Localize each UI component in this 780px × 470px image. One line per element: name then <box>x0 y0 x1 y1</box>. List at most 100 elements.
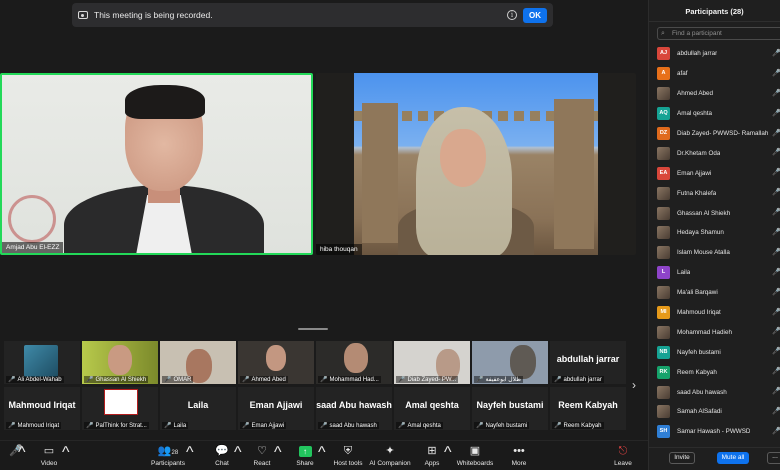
gallery-tile[interactable]: Amal qeshta 🎤 Amal qeshta <box>394 387 470 430</box>
participant-row[interactable]: Aafaf 🎤 <box>657 64 780 84</box>
participant-name: saad Abu hawash <box>677 388 727 396</box>
mic-muted-icon: 🎤 <box>86 423 94 429</box>
mic-muted-icon: 🎤 <box>398 377 406 383</box>
participant-row[interactable]: Mohammad Hadieh 🎤 <box>657 322 780 342</box>
chevron-up-icon[interactable]: ^ <box>186 444 194 462</box>
gallery-tile[interactable]: abdullah jarrar 🎤 abdullah jarrar <box>550 341 626 384</box>
gallery-tile[interactable]: 🎤 Ali Abdel-Wahab <box>4 341 80 384</box>
gallery-tile[interactable]: 🎤 Ghassan Al Shiekh <box>82 341 158 384</box>
mic-muted-icon[interactable]: 🎤 <box>772 327 780 335</box>
leave-button[interactable]: ⎋ Leave <box>599 444 647 467</box>
participant-name: Reem Kabyah <box>677 368 717 376</box>
mic-muted-icon[interactable]: 🎤 <box>772 268 780 276</box>
participant-row[interactable]: AQ Amal qeshta 🎤 <box>657 104 780 124</box>
invite-button[interactable]: Invite <box>669 452 695 464</box>
avatar: EA <box>657 166 670 180</box>
participant-row[interactable]: Ghassan Al Shiekh 🎤 <box>657 203 780 223</box>
participant-name: Ma'ali Barqawi <box>677 289 718 297</box>
search-icon: ⌕ <box>661 30 665 37</box>
participant-row[interactable]: Islam Mouse Atalla 🎤 <box>657 243 780 263</box>
mic-muted-icon[interactable]: 🎤 <box>772 49 780 57</box>
mic-muted-icon[interactable]: 🎤 <box>772 129 780 137</box>
participant-row[interactable]: saad Abu hawash 🎤 <box>657 382 780 402</box>
main-video-participant[interactable]: hiba thouqan <box>316 73 636 255</box>
leave-label: Leave <box>614 460 632 467</box>
participant-row[interactable]: NB Nayfeh bustami 🎤 <box>657 342 780 362</box>
tile-label: 🎤 Eman Ajjawi <box>240 422 287 429</box>
participant-name: Laila <box>677 269 691 277</box>
avatar: RK <box>657 365 670 379</box>
participants-icon: 👥28 <box>157 445 179 457</box>
mic-muted-icon[interactable]: 🎤 <box>772 427 780 435</box>
mic-muted-icon[interactable]: 🎤 <box>772 168 780 176</box>
participant-row[interactable]: SH Samar Hawash - PWWSD 🎤 <box>657 422 780 442</box>
participant-row[interactable]: EA Eman Ajjawi 🎤 <box>657 163 780 183</box>
mic-muted-icon[interactable]: 🎤 <box>772 308 780 316</box>
participant-row[interactable]: MI Mahmoud Iriqat 🎤 <box>657 303 780 323</box>
tile-label: 🎤 Ghassan Al Shiekh <box>84 376 149 383</box>
palthink-logo <box>104 389 138 415</box>
mic-muted-icon[interactable]: 🎤 <box>772 407 780 415</box>
participants-button[interactable]: 👥28 Participants <box>144 444 192 467</box>
mute-all-button[interactable]: Mute all <box>717 452 749 464</box>
mic-muted-icon[interactable]: 🎤 <box>772 69 780 77</box>
participant-row[interactable]: AJ abdullah jarrar 🎤 <box>657 44 780 64</box>
avatar <box>657 226 670 240</box>
mic-muted-icon[interactable]: 🎤 <box>772 148 780 156</box>
background-logo <box>8 195 56 243</box>
gallery-tile[interactable]: 🎤 طلال ابوعفيفة <box>472 341 548 384</box>
mic-muted-icon[interactable]: 🎤 <box>772 347 780 355</box>
whiteboards-button[interactable]: ▣ Whiteboards <box>451 444 499 467</box>
participant-row[interactable]: L Laila 🎤 <box>657 263 780 283</box>
main-video-speaker[interactable]: Amjad Abu El-EZZ <box>0 73 313 255</box>
participant-name: Diab Zayed- PWWSD- Ramallah <box>677 130 769 137</box>
gallery-tile[interactable]: saad Abu hawash 🎤 saad Abu hawash <box>316 387 392 430</box>
gallery-tile[interactable]: Laila 🎤 Laila <box>160 387 236 430</box>
gallery-tile[interactable]: Eman Ajjawi 🎤 Eman Ajjawi <box>238 387 314 430</box>
mic-muted-icon[interactable]: 🎤 <box>772 248 780 256</box>
gallery-tile[interactable]: Reem Kabyah 🎤 Reem Kabyah <box>550 387 626 430</box>
gallery-tile[interactable]: Mahmoud Iriqat 🎤 Mahmoud Iriqat <box>4 387 80 430</box>
panel-more-button[interactable]: ... <box>767 452 780 464</box>
participant-row[interactable]: Futna Khalefa 🎤 <box>657 183 780 203</box>
gallery-tile[interactable]: 🎤 Mohammad Had... <box>316 341 392 384</box>
participant-search-input[interactable]: ⌕ Find a participant <box>657 27 780 40</box>
gallery-resize-handle[interactable] <box>298 328 328 330</box>
speaker-hair <box>125 85 205 119</box>
participant-row[interactable]: Dr.Khetam Oda 🎤 <box>657 143 780 163</box>
avatar <box>657 146 670 160</box>
more-label: More <box>511 460 527 467</box>
mic-muted-icon[interactable]: 🎤 <box>772 367 780 375</box>
participant-row[interactable]: Samah AlSafadi 🎤 <box>657 402 780 422</box>
participant-row[interactable]: Ahmed Abed 🎤 <box>657 84 780 104</box>
mic-muted-icon[interactable]: 🎤 <box>772 109 780 117</box>
tile-label: 🎤 PalThink for Strat... <box>84 422 149 429</box>
gallery-tile[interactable]: Nayfeh bustami 🎤 Nayfeh bustami <box>472 387 548 430</box>
mic-muted-icon[interactable]: 🎤 <box>772 208 780 216</box>
gallery-tile[interactable]: 🎤 Ahmed Abed <box>238 341 314 384</box>
host-tools-button[interactable]: ⛨ Host tools <box>324 444 372 467</box>
chevron-up-icon[interactable]: ^ <box>62 444 70 462</box>
ok-button[interactable]: OK <box>523 7 547 23</box>
gallery-tile[interactable]: 🎤 PalThink for Strat... <box>82 387 158 430</box>
participant-list: AJ abdullah jarrar 🎤 Aafaf 🎤 Ahmed Abed 🎤 AQ Ama… <box>657 44 780 442</box>
participant-row[interactable]: DZ Diab Zayed- PWWSD- Ramallah 🎤 <box>657 124 780 144</box>
more-button[interactable]: ••• More <box>495 444 543 467</box>
tile-label: 🎤 Diab Zayed- PW... <box>396 376 459 383</box>
gallery-tile[interactable]: 🎤 OMAR <box>160 341 236 384</box>
mic-muted-icon[interactable]: 🎤 <box>772 288 780 296</box>
mic-muted-icon[interactable]: 🎤 <box>772 387 780 395</box>
tile-video <box>510 345 536 379</box>
mic-muted-icon[interactable]: 🎤 <box>772 228 780 236</box>
participant-row[interactable]: Ma'ali Barqawi 🎤 <box>657 283 780 303</box>
avatar: NB <box>657 345 670 359</box>
chevron-right-icon[interactable]: › <box>632 378 636 392</box>
mic-muted-icon[interactable]: 🎤 <box>772 188 780 196</box>
participant-name: Samar Hawash - PWWSD <box>677 428 751 436</box>
info-icon[interactable]: i <box>507 10 517 20</box>
ai-companion-button[interactable]: ✦ AI Companion <box>366 444 414 467</box>
participant-row[interactable]: RK Reem Kabyah 🎤 <box>657 362 780 382</box>
mic-muted-icon[interactable]: 🎤 <box>772 89 780 97</box>
gallery-tile[interactable]: 🎤 Diab Zayed- PW... <box>394 341 470 384</box>
participant-row[interactable]: Hedaya Shamun 🎤 <box>657 223 780 243</box>
